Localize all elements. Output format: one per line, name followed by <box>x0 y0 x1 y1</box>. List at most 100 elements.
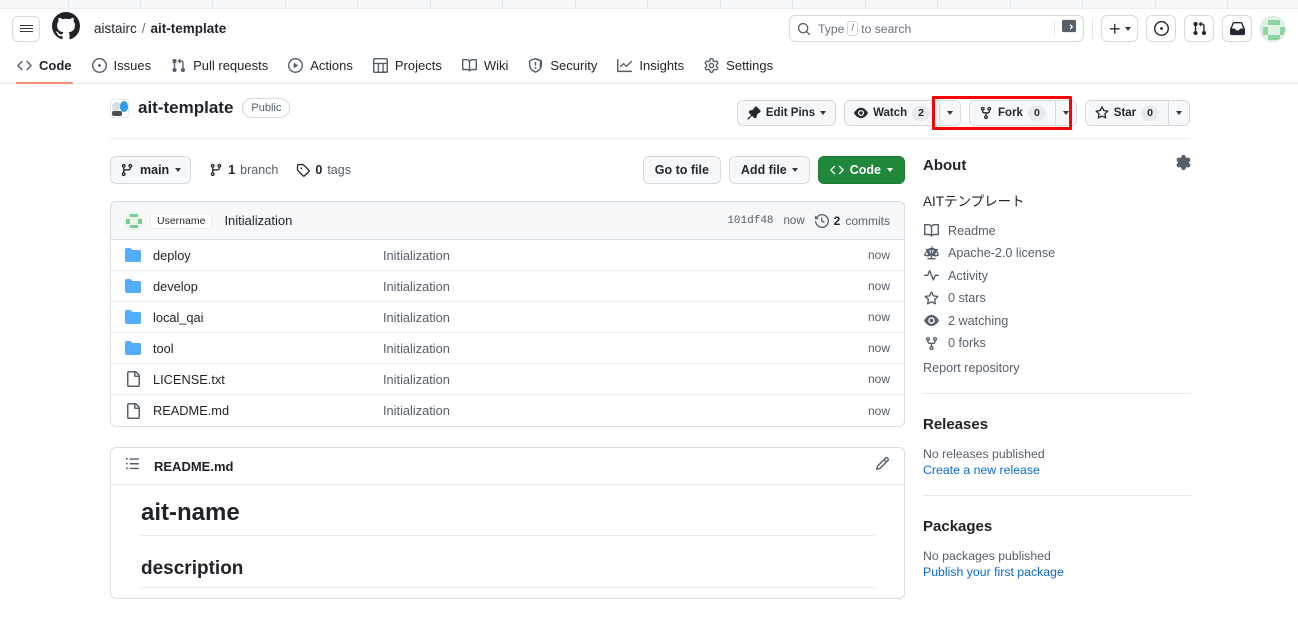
file-name[interactable]: deploy <box>153 248 383 263</box>
tab-pull-requests[interactable]: Pull requests <box>162 49 277 83</box>
tab-projects[interactable]: Projects <box>364 49 451 83</box>
repo-title-row: ait-template Public <box>110 98 290 118</box>
commits-count-link[interactable]: 2 commits <box>815 214 890 228</box>
visibility-badge: Public <box>242 98 290 118</box>
sidebar-item-watching[interactable]: 2 watching <box>923 313 1191 328</box>
tags-count[interactable]: 0 tags <box>296 163 351 177</box>
file-name[interactable]: develop <box>153 279 383 294</box>
packages-empty-text: No packages published <box>923 549 1191 563</box>
table-row[interactable]: README.md Initialization now <box>111 395 904 426</box>
breadcrumb: aistairc / ait-template <box>94 21 226 36</box>
commit-message[interactable]: Initialization <box>224 213 292 228</box>
file-commit-message[interactable]: Initialization <box>383 310 868 325</box>
file-name[interactable]: local_qai <box>153 310 383 325</box>
table-row[interactable]: LICENSE.txt Initialization now <box>111 364 904 395</box>
title-divider <box>110 138 1190 139</box>
fork-dropdown-button[interactable] <box>1055 100 1077 126</box>
tab-insights-label: Insights <box>639 58 684 73</box>
file-name[interactable]: tool <box>153 341 383 356</box>
inbox-button[interactable] <box>1222 15 1252 42</box>
search-slash-key: / <box>847 21 858 36</box>
sidebar-item-stars[interactable]: 0 stars <box>923 291 1191 306</box>
gear-icon[interactable] <box>1176 155 1191 175</box>
pull-requests-button[interactable] <box>1184 15 1214 42</box>
about-title: About <box>923 157 966 174</box>
list-unordered-icon[interactable] <box>125 456 140 476</box>
file-commit-message[interactable]: Initialization <box>383 403 868 418</box>
star-split-button: Star 0 <box>1085 100 1190 126</box>
code-icon <box>830 163 844 177</box>
branch-selector[interactable]: main <box>110 156 191 184</box>
file-icon <box>125 371 141 387</box>
search-input[interactable]: Type / to search <box>789 15 1084 42</box>
repo-owner-avatar[interactable] <box>110 99 129 118</box>
watch-button[interactable]: Watch 2 <box>844 100 939 126</box>
add-file-label: Add file <box>741 163 787 177</box>
sidebar-item-forks[interactable]: 0 forks <box>923 336 1191 351</box>
code-button[interactable]: Code <box>818 156 905 184</box>
packages-section: Packages No packages published Publish y… <box>923 518 1191 579</box>
file-commit-message[interactable]: Initialization <box>383 341 868 356</box>
issues-button[interactable] <box>1146 15 1176 42</box>
commit-author-name[interactable]: Username <box>150 213 212 229</box>
tab-settings[interactable]: Settings <box>695 49 782 83</box>
star-button[interactable]: Star 0 <box>1085 100 1168 126</box>
report-repository-link[interactable]: Report repository <box>923 361 1191 375</box>
tab-wiki-label: Wiki <box>484 58 509 73</box>
file-commit-message[interactable]: Initialization <box>383 248 868 263</box>
watch-label: Watch <box>873 107 907 119</box>
edit-pins-button[interactable]: Edit Pins <box>737 100 836 126</box>
watch-dropdown-button[interactable] <box>939 100 961 126</box>
fork-count: 0 <box>1028 106 1046 121</box>
breadcrumb-repo[interactable]: ait-template <box>151 21 227 36</box>
fork-button[interactable]: Fork 0 <box>969 100 1055 126</box>
tab-wiki[interactable]: Wiki <box>453 49 518 83</box>
tab-issues[interactable]: Issues <box>83 49 161 83</box>
git-pull-request-icon <box>171 58 186 73</box>
sidebar-item-readme[interactable]: Readme <box>923 223 1191 238</box>
hamburger-icon[interactable] <box>12 16 40 42</box>
commit-sha[interactable]: 101df48 <box>727 215 773 227</box>
chevron-down-icon <box>1176 111 1182 115</box>
add-file-button[interactable]: Add file <box>729 156 810 184</box>
pencil-icon[interactable] <box>875 456 890 476</box>
fork-split-button: Fork 0 <box>969 100 1077 126</box>
table-row[interactable]: local_qai Initialization now <box>111 302 904 333</box>
tab-projects-label: Projects <box>395 58 442 73</box>
user-avatar[interactable] <box>1260 16 1286 42</box>
branch-name: main <box>140 163 169 177</box>
tab-insights[interactable]: Insights <box>608 49 693 83</box>
file-name[interactable]: LICENSE.txt <box>153 372 383 387</box>
publish-package-link[interactable]: Publish your first package <box>923 565 1191 579</box>
create-release-link[interactable]: Create a new release <box>923 463 1191 477</box>
eye-icon <box>923 313 939 328</box>
table-row[interactable]: deploy Initialization now <box>111 240 904 271</box>
sidebar-item-license[interactable]: Apache-2.0 license <box>923 246 1191 261</box>
create-new-button[interactable] <box>1101 15 1138 42</box>
page-title[interactable]: ait-template <box>138 98 233 118</box>
terminal-icon[interactable] <box>1062 19 1076 38</box>
about-description: AITテンプレート <box>923 190 1191 210</box>
file-name[interactable]: README.md <box>153 403 383 418</box>
star-count: 0 <box>1141 106 1159 121</box>
tags-count-value: 0 <box>315 163 322 177</box>
plus-icon <box>1108 22 1122 36</box>
file-commit-message[interactable]: Initialization <box>383 372 868 387</box>
sidebar-item-activity[interactable]: Activity <box>923 268 1191 283</box>
tab-security[interactable]: Security <box>519 49 606 83</box>
go-to-file-button[interactable]: Go to file <box>643 156 721 184</box>
tab-settings-label: Settings <box>726 58 773 73</box>
file-commit-message[interactable]: Initialization <box>383 279 868 294</box>
breadcrumb-owner[interactable]: aistairc <box>94 21 137 36</box>
star-dropdown-button[interactable] <box>1168 100 1190 126</box>
tab-actions[interactable]: Actions <box>279 49 362 83</box>
readme-filename[interactable]: README.md <box>154 459 233 474</box>
tab-code[interactable]: Code <box>8 49 81 83</box>
sidebar-item-label: Apache-2.0 license <box>948 246 1055 260</box>
table-row[interactable]: tool Initialization now <box>111 333 904 364</box>
table-row[interactable]: develop Initialization now <box>111 271 904 302</box>
github-logo[interactable] <box>52 12 80 45</box>
book-icon <box>923 223 939 238</box>
commit-author-avatar[interactable] <box>125 212 143 230</box>
branches-count[interactable]: 1 branch <box>209 163 278 177</box>
